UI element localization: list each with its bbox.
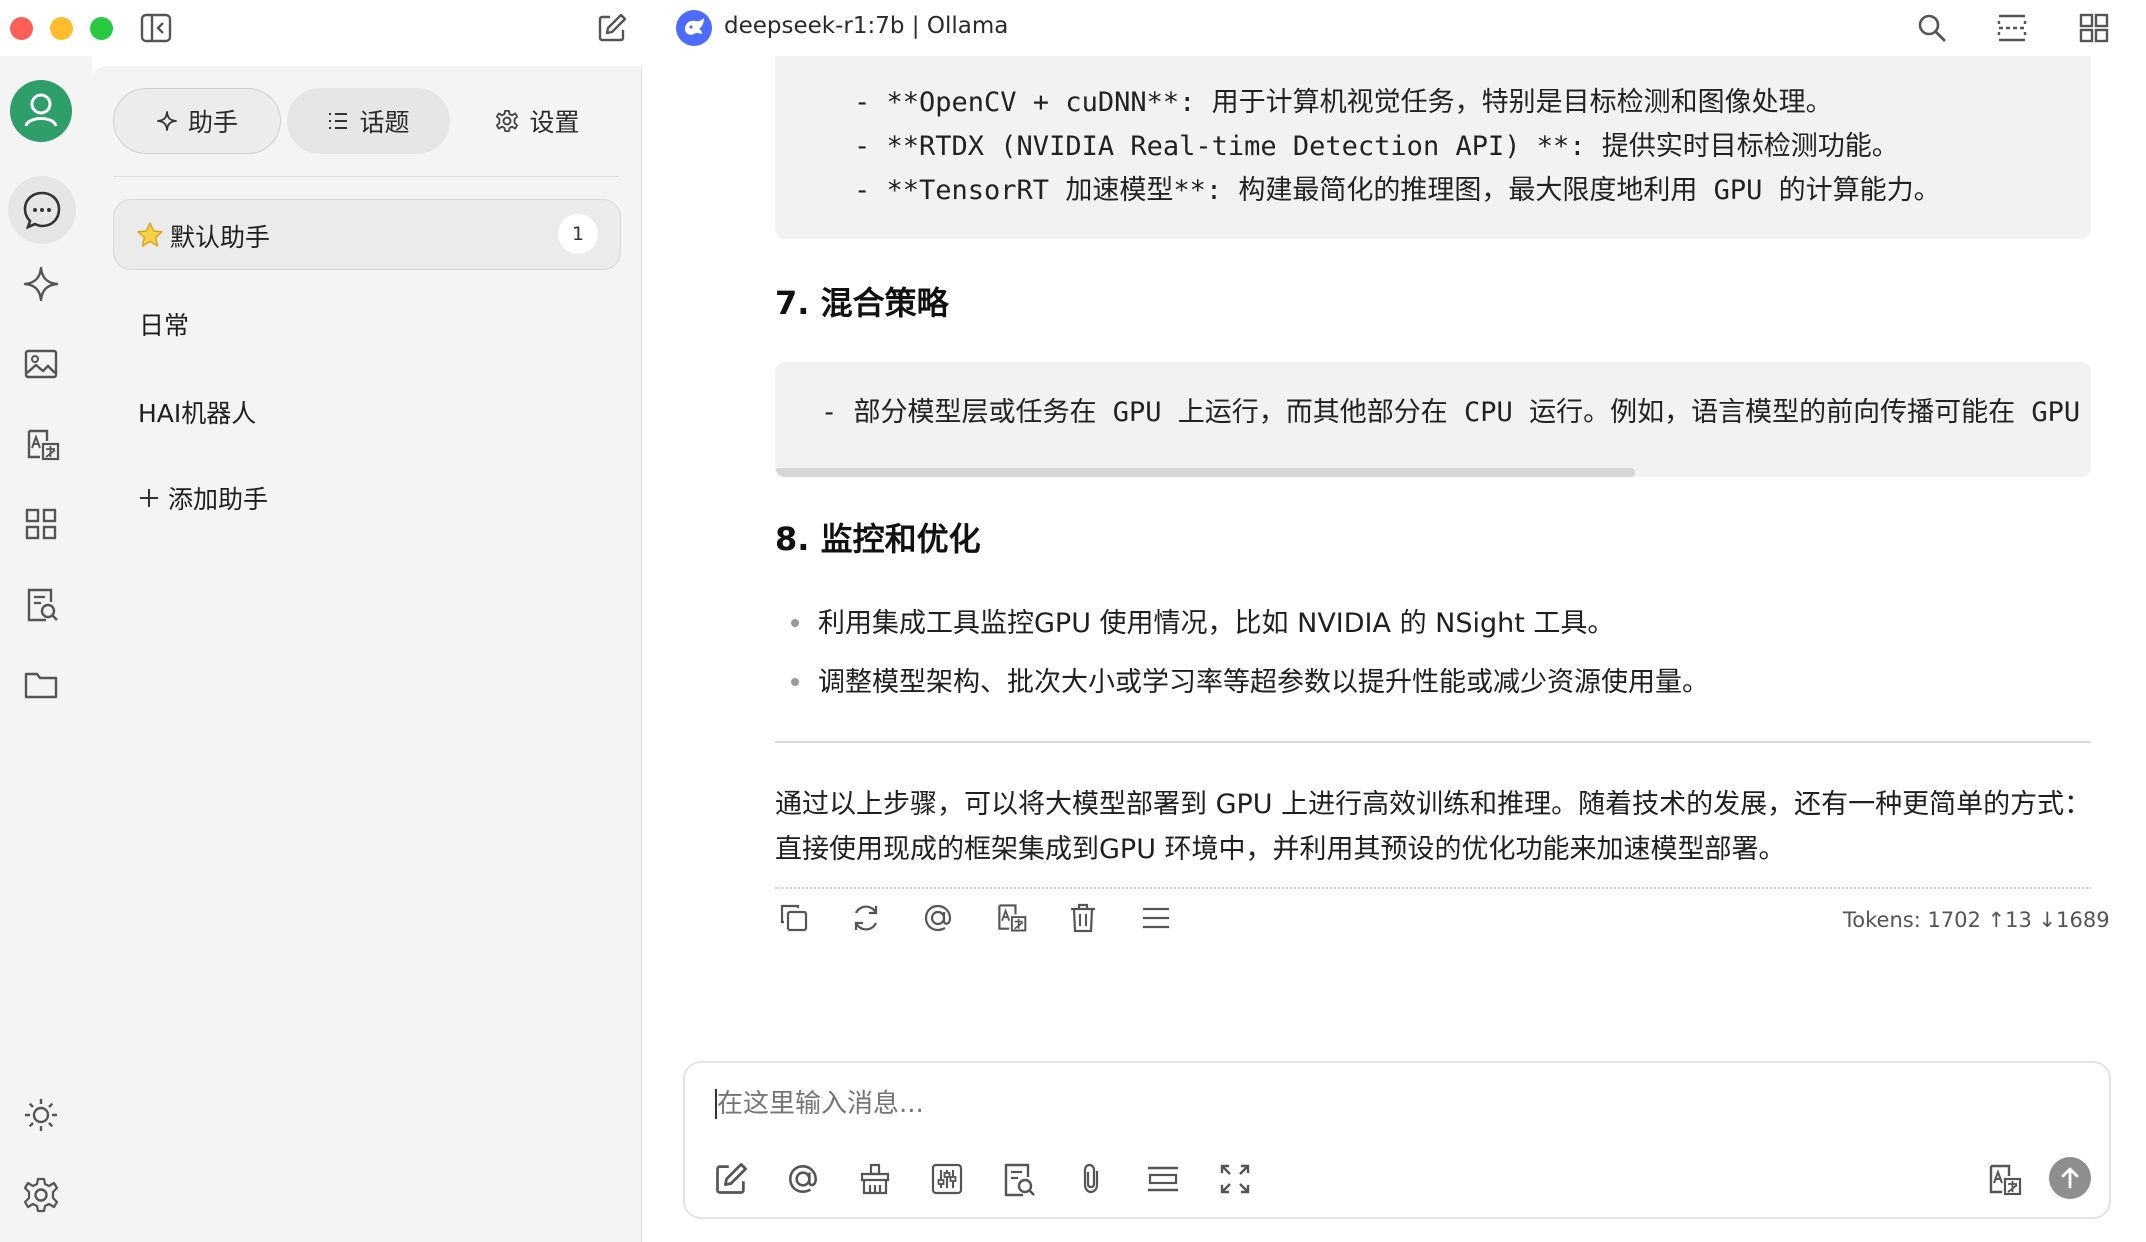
bullet-dot: [791, 678, 799, 686]
regenerate-icon[interactable]: [849, 901, 885, 937]
message-divider: [775, 887, 2091, 889]
tab-assistants-label: 助手: [187, 108, 238, 137]
chat-nav-icon[interactable]: [8, 176, 76, 244]
list-item: 调整模型架构、批次大小或学习率等超参数以提升性能或减少资源使用量。: [818, 667, 1709, 698]
window-title: deepseek-r1:7b | Ollama: [724, 13, 1009, 39]
tab-topics[interactable]: 话题: [287, 88, 450, 154]
new-chat-icon[interactable]: [594, 10, 630, 46]
files-nav-icon[interactable]: [23, 669, 59, 701]
add-assistant-button[interactable]: 添加助手: [138, 480, 268, 516]
code-line: - **TensorRT 加速模型**: 构建最简化的推理图，最大限度地利用 G…: [854, 175, 1941, 206]
minimize-window-button[interactable]: [50, 17, 73, 40]
code-block: - 部分模型层或任务在 GPU 上运行，而其他部分在 CPU 运行。例如，语言模…: [775, 362, 2091, 477]
assistant-sidebar: 助手 话题 设置 默认助手 1 日常 HAI机器人 添加助手: [92, 66, 642, 1242]
arrow-up-icon: [2061, 1167, 2079, 1189]
assistant-label: 默认助手: [170, 223, 271, 252]
toggle-sidebar-icon[interactable]: [138, 10, 174, 46]
bullet-dot: [791, 619, 799, 627]
mention-model-icon[interactable]: [785, 1161, 823, 1199]
menu-icon[interactable]: [1139, 901, 1175, 937]
image-nav-icon[interactable]: [23, 346, 59, 382]
clear-context-icon[interactable]: [857, 1161, 895, 1199]
mention-icon[interactable]: [921, 901, 957, 937]
knowledge-nav-icon[interactable]: [24, 586, 60, 624]
nav-rail: [0, 56, 92, 1242]
agents-nav-icon[interactable]: [22, 265, 60, 303]
code-line: - **RTDX (NVIDIA Real-time Detection API…: [854, 131, 1899, 162]
assistant-item-default[interactable]: 默认助手 1: [113, 199, 621, 270]
message-input[interactable]: [717, 1083, 2017, 1125]
assistant-item-daily[interactable]: 日常: [139, 306, 189, 342]
theme-toggle-icon[interactable]: [22, 1096, 60, 1134]
sparkle-icon: [157, 111, 177, 131]
message-composer: [683, 1061, 2111, 1219]
summary-paragraph: 通过以上步骤，可以将大模型部署到 GPU 上进行高效训练和推理。随着技术的发展，…: [775, 789, 2092, 865]
section-heading: 8. 监控和优化: [775, 520, 981, 558]
horizontal-scrollbar[interactable]: [775, 468, 1635, 477]
star-icon: [136, 221, 164, 249]
translate-input-icon[interactable]: [1985, 1161, 2023, 1199]
list-item: 利用集成工具监控GPU 使用情况，比如 NVIDIA 的 NSight 工具。: [818, 608, 1615, 639]
code-line: - 部分模型层或任务在 GPU 上运行，而其他部分在 CPU 运行。例如，语言模…: [821, 397, 2091, 428]
knowledge-base-icon[interactable]: [1001, 1161, 1039, 1199]
plus-icon: [140, 489, 158, 507]
copy-icon[interactable]: [777, 901, 813, 937]
model-logo-icon: [676, 10, 712, 46]
search-icon[interactable]: [1914, 10, 1950, 46]
user-avatar[interactable]: [10, 80, 72, 142]
apps-nav-icon[interactable]: [24, 507, 58, 541]
tab-assistants[interactable]: 助手: [113, 88, 281, 154]
add-assistant-label: 添加助手: [168, 485, 269, 514]
horizontal-rule: [775, 741, 2091, 743]
list-icon: [329, 113, 348, 129]
divider: [113, 176, 619, 177]
settings-nav-icon[interactable]: [22, 1176, 60, 1214]
close-window-button[interactable]: [10, 17, 33, 40]
expand-icon[interactable]: [1217, 1161, 1255, 1199]
tab-settings[interactable]: 设置: [456, 88, 619, 154]
code-line: - **OpenCV + cuDNN**: 用于计算机视觉任务，特别是目标检测和…: [854, 87, 1833, 118]
settings-slider-icon[interactable]: [929, 1161, 967, 1199]
gear-icon: [496, 110, 519, 132]
attachment-icon[interactable]: [1073, 1161, 1111, 1199]
collapse-lines-icon[interactable]: [1145, 1161, 1183, 1199]
title-bar: deepseek-r1:7b | Ollama: [0, 0, 2146, 56]
token-count: Tokens: 1702 ↑13 ↓1689: [1843, 908, 2110, 932]
tab-topics-label: 话题: [359, 108, 410, 137]
translate-icon[interactable]: [994, 901, 1030, 937]
maximize-window-button[interactable]: [90, 17, 113, 40]
topic-count-badge: 1: [558, 214, 598, 254]
new-topic-icon[interactable]: [713, 1161, 751, 1199]
translate-nav-icon[interactable]: [23, 426, 61, 464]
delete-icon[interactable]: [1066, 901, 1102, 937]
send-button[interactable]: [2049, 1157, 2091, 1199]
tab-settings-label: 设置: [529, 108, 580, 137]
section-heading: 7. 混合策略: [775, 284, 949, 322]
layout-grid-icon[interactable]: [2076, 10, 2112, 46]
assistant-item-hai-robot[interactable]: HAI机器人: [138, 394, 256, 430]
fold-panel-icon[interactable]: [1994, 10, 2030, 46]
